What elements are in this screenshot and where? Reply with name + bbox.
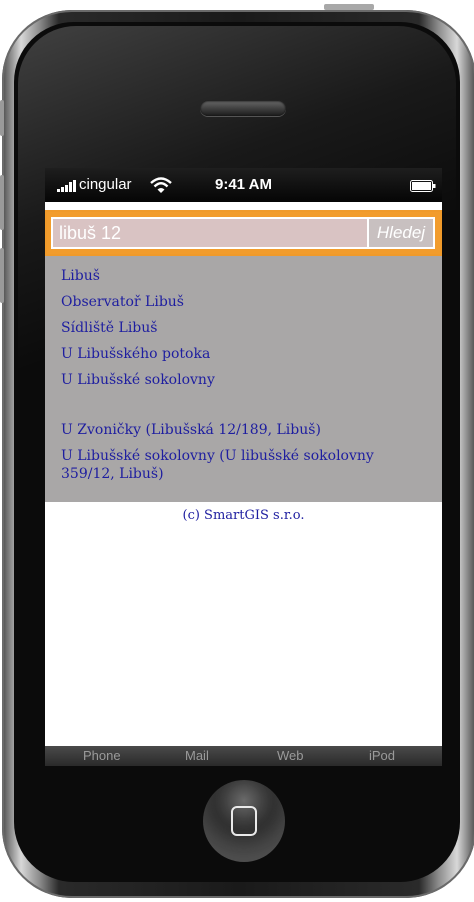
results-list: Libuš Observatoř Libuš Sídliště Libuš U … — [45, 256, 442, 502]
sleep-button[interactable] — [324, 4, 374, 10]
copyright-footer: (c) SmartGIS s.r.o. — [182, 508, 305, 523]
search-bar-inner: Hledej — [47, 212, 440, 254]
result-link-u-libusske-sokolovny[interactable]: U Libušské sokolovny — [61, 370, 215, 390]
screen: cingular 9:41 AM Hledej Libuš Observatoř… — [45, 168, 442, 766]
signal-strength-icon — [57, 180, 76, 192]
result-link-sidliste-libus[interactable]: Sídliště Libuš — [61, 318, 157, 338]
result-link-libus[interactable]: Libuš — [61, 266, 100, 286]
result-link-u-libusske-sokolovny-address[interactable]: U Libušské sokolovny (U libušské sokolov… — [61, 446, 374, 466]
wifi-icon — [150, 177, 172, 193]
carrier-name: cingular — [79, 176, 132, 193]
result-link-observator-libus[interactable]: Observatoř Libuš — [61, 292, 184, 312]
search-button[interactable]: Hledej — [367, 217, 435, 249]
tab-ipod[interactable]: iPod — [369, 748, 395, 763]
clock: 9:41 AM — [215, 176, 272, 193]
volume-up-button[interactable] — [0, 175, 4, 230]
search-bar: Hledej — [45, 210, 442, 256]
battery-icon — [410, 180, 436, 192]
tab-mail[interactable]: Mail — [185, 748, 209, 763]
home-square-icon — [231, 806, 257, 836]
result-link-u-libusskeho-potoka[interactable]: U Libušského potoka — [61, 344, 210, 364]
mute-switch[interactable] — [0, 100, 4, 136]
earpiece-speaker — [200, 100, 286, 116]
volume-down-button[interactable] — [0, 248, 4, 303]
search-input[interactable] — [51, 217, 375, 249]
status-bar: cingular 9:41 AM — [45, 168, 442, 202]
tab-bar: Phone Mail Web iPod — [45, 746, 442, 766]
result-link-u-zvonicky[interactable]: U Zvoničky (Libušská 12/189, Libuš) — [61, 420, 321, 440]
result-link-u-libusske-sokolovny-address-line2[interactable]: 359/12, Libuš) — [61, 464, 164, 484]
tab-phone[interactable]: Phone — [83, 748, 121, 763]
home-button[interactable] — [203, 780, 285, 862]
tab-web[interactable]: Web — [277, 748, 304, 763]
